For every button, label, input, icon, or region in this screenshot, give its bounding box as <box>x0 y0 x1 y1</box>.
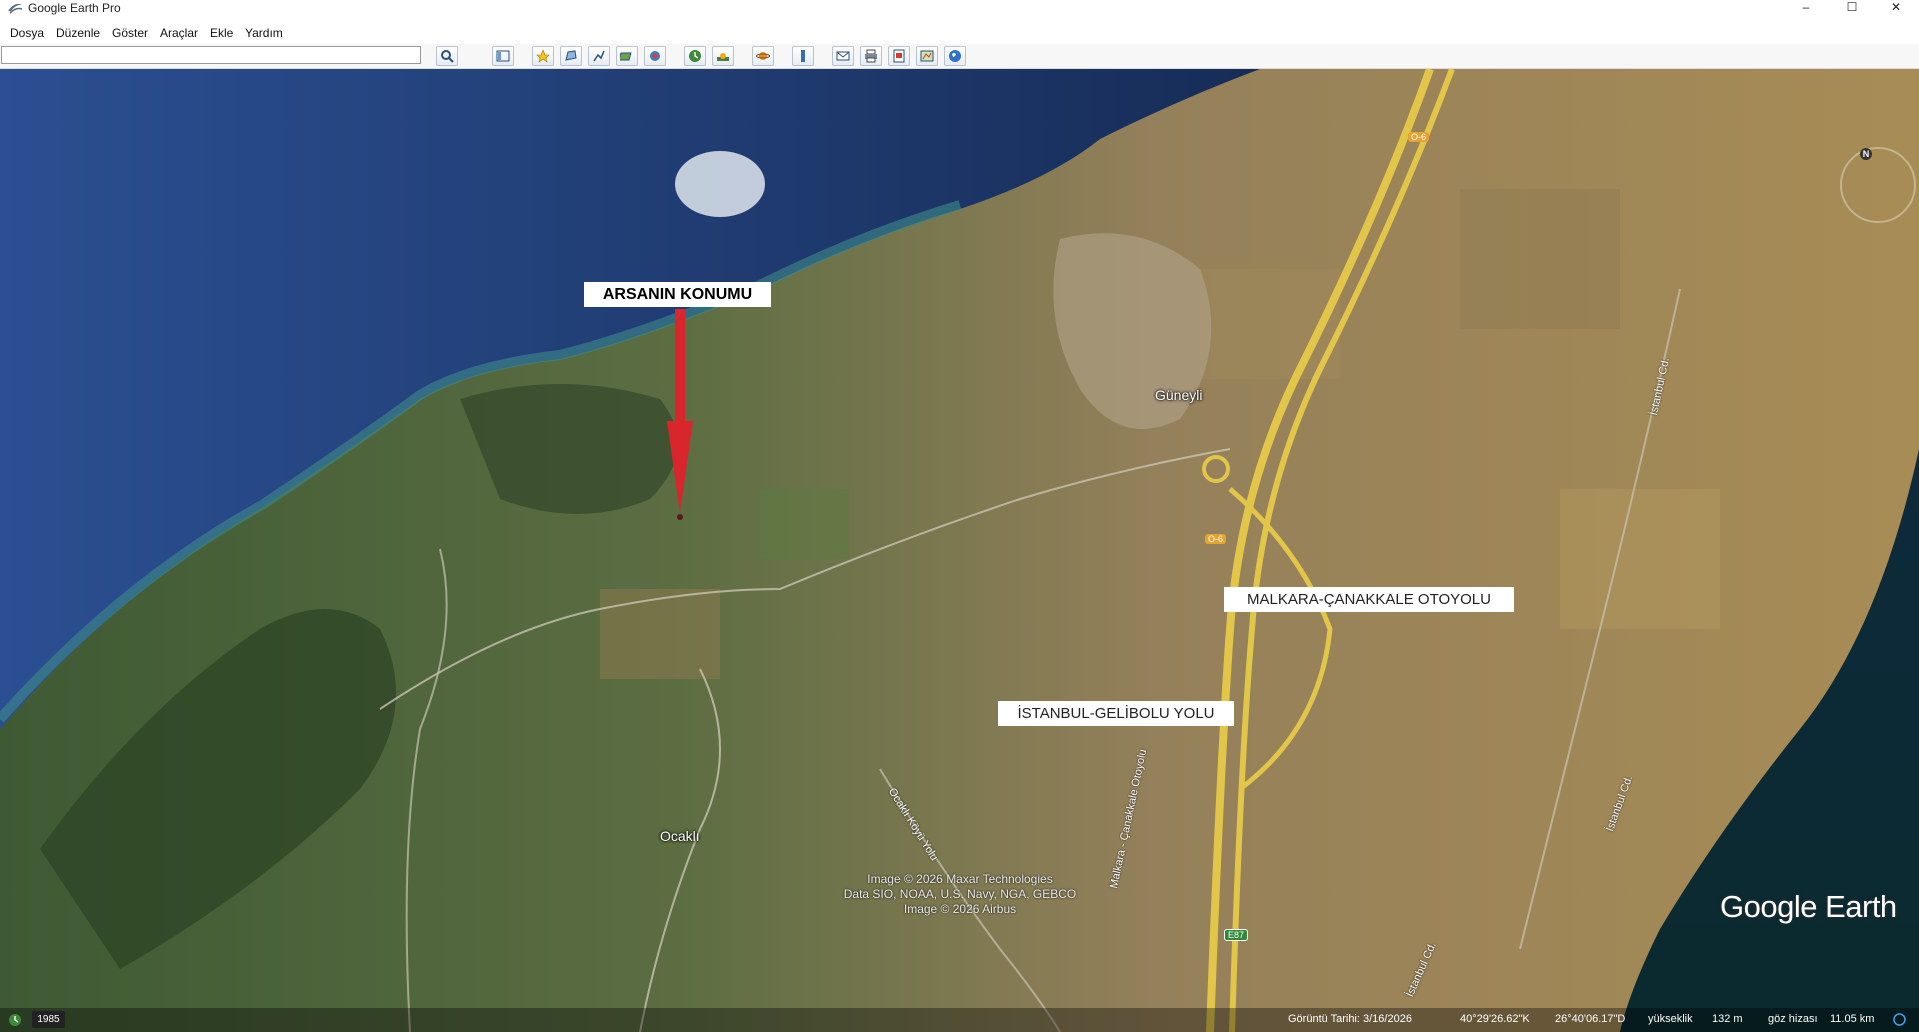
polygon-icon <box>565 50 577 61</box>
sidebar-icon <box>496 50 510 62</box>
record-tour-icon <box>650 51 660 61</box>
path-icon <box>593 50 605 62</box>
eye-altitude-label: göz hizası <box>1768 1013 1818 1025</box>
title-bar: Google Earth Pro – ☐ ✕ <box>0 0 1919 16</box>
highway-callout: MALKARA-ÇANAKKALE OTOYOLU <box>1224 587 1514 612</box>
minimize-button[interactable]: – <box>1783 0 1829 16</box>
north-indicator-icon[interactable]: N <box>1860 148 1872 160</box>
eye-altitude-value: 11.05 km <box>1830 1013 1875 1025</box>
menu-ekle[interactable]: Ekle <box>210 25 233 41</box>
add-polygon-button[interactable] <box>560 46 582 66</box>
historical-imagery-status-icon[interactable] <box>8 1013 22 1027</box>
ruler-button[interactable] <box>792 46 814 66</box>
image-overlay-icon <box>620 52 632 61</box>
search-icon <box>441 50 454 63</box>
status-bar <box>0 1008 1919 1032</box>
latitude-readout: 40°29'26.62"K <box>1460 1013 1530 1025</box>
road-shield-o6: O-6 <box>1205 534 1227 544</box>
place-label-ocakli: Ocaklı <box>660 828 700 844</box>
save-image-icon <box>893 49 905 63</box>
sidebar-toggle-button[interactable] <box>492 46 514 66</box>
planets-button[interactable] <box>752 46 774 66</box>
placemark-icon <box>536 49 550 63</box>
menu-araclar[interactable]: Araçlar <box>160 25 198 41</box>
add-placemark-button[interactable] <box>532 46 554 66</box>
attribution-line: Image © 2026 Airbus <box>903 902 1017 916</box>
menu-dosya[interactable]: Dosya <box>10 25 44 41</box>
email-button[interactable] <box>832 46 854 66</box>
elevation-label: yükseklik <box>1648 1013 1693 1025</box>
view-in-maps-icon <box>920 50 934 62</box>
search-input[interactable] <box>1 46 421 64</box>
earth-icon <box>949 50 961 62</box>
window-title: Google Earth Pro <box>28 1 121 15</box>
menu-duzenle[interactable]: Düzenle <box>56 25 100 41</box>
ruler-icon <box>801 50 805 62</box>
year-badge[interactable]: 1985 <box>32 1011 65 1028</box>
attribution-line: Data SIO, NOAA, U.S. Navy, NGA, GEBCO <box>843 887 1077 901</box>
attribution-line: Image © 2026 Maxar Technologies <box>867 872 1053 886</box>
navigation-compass[interactable] <box>1840 147 1916 223</box>
maximize-button[interactable]: ☐ <box>1829 0 1875 16</box>
historical-imagery-button[interactable] <box>684 46 706 66</box>
streaming-progress-icon <box>1893 1013 1906 1026</box>
view-in-maps-button[interactable] <box>916 46 938 66</box>
imagery-attribution: Image © 2026 Maxar Technologies Data SIO… <box>790 872 1130 917</box>
historical-imagery-icon <box>689 50 701 62</box>
elevation-value: 132 m <box>1712 1013 1743 1025</box>
google-earth-logo: Google Earth <box>1720 889 1897 924</box>
earth-button[interactable] <box>944 46 966 66</box>
place-label-guneyli: Güneyli <box>1155 387 1203 403</box>
sunlight-button[interactable] <box>712 46 734 66</box>
print-icon <box>865 49 877 63</box>
longitude-readout: 26°40'06.17"D <box>1555 1013 1626 1025</box>
add-path-button[interactable] <box>588 46 610 66</box>
search-button[interactable] <box>436 46 458 66</box>
close-button[interactable]: ✕ <box>1873 0 1919 16</box>
sunlight-icon <box>717 53 729 61</box>
email-icon <box>836 51 850 61</box>
road-callout: İSTANBUL-GELİBOLU YOLU <box>998 701 1234 726</box>
print-button[interactable] <box>860 46 882 66</box>
record-tour-button[interactable] <box>644 46 666 66</box>
road-shield-e87: E87 <box>1224 929 1249 941</box>
add-image-overlay-button[interactable] <box>616 46 638 66</box>
menu-yardim[interactable]: Yardım <box>245 25 283 41</box>
land-location-callout: ARSANIN KONUMU <box>584 282 771 307</box>
google-earth-app-icon <box>8 3 23 14</box>
road-shield-o6: O-6 <box>1408 132 1430 142</box>
save-image-button[interactable] <box>888 46 910 66</box>
menu-bar: Dosya Düzenle Göster Araçlar Ekle Yardım <box>0 22 1919 44</box>
planets-icon <box>756 52 770 60</box>
imagery-date: Görüntü Tarihi: 3/16/2026 <box>1288 1013 1412 1025</box>
menu-goster[interactable]: Göster <box>112 25 148 41</box>
